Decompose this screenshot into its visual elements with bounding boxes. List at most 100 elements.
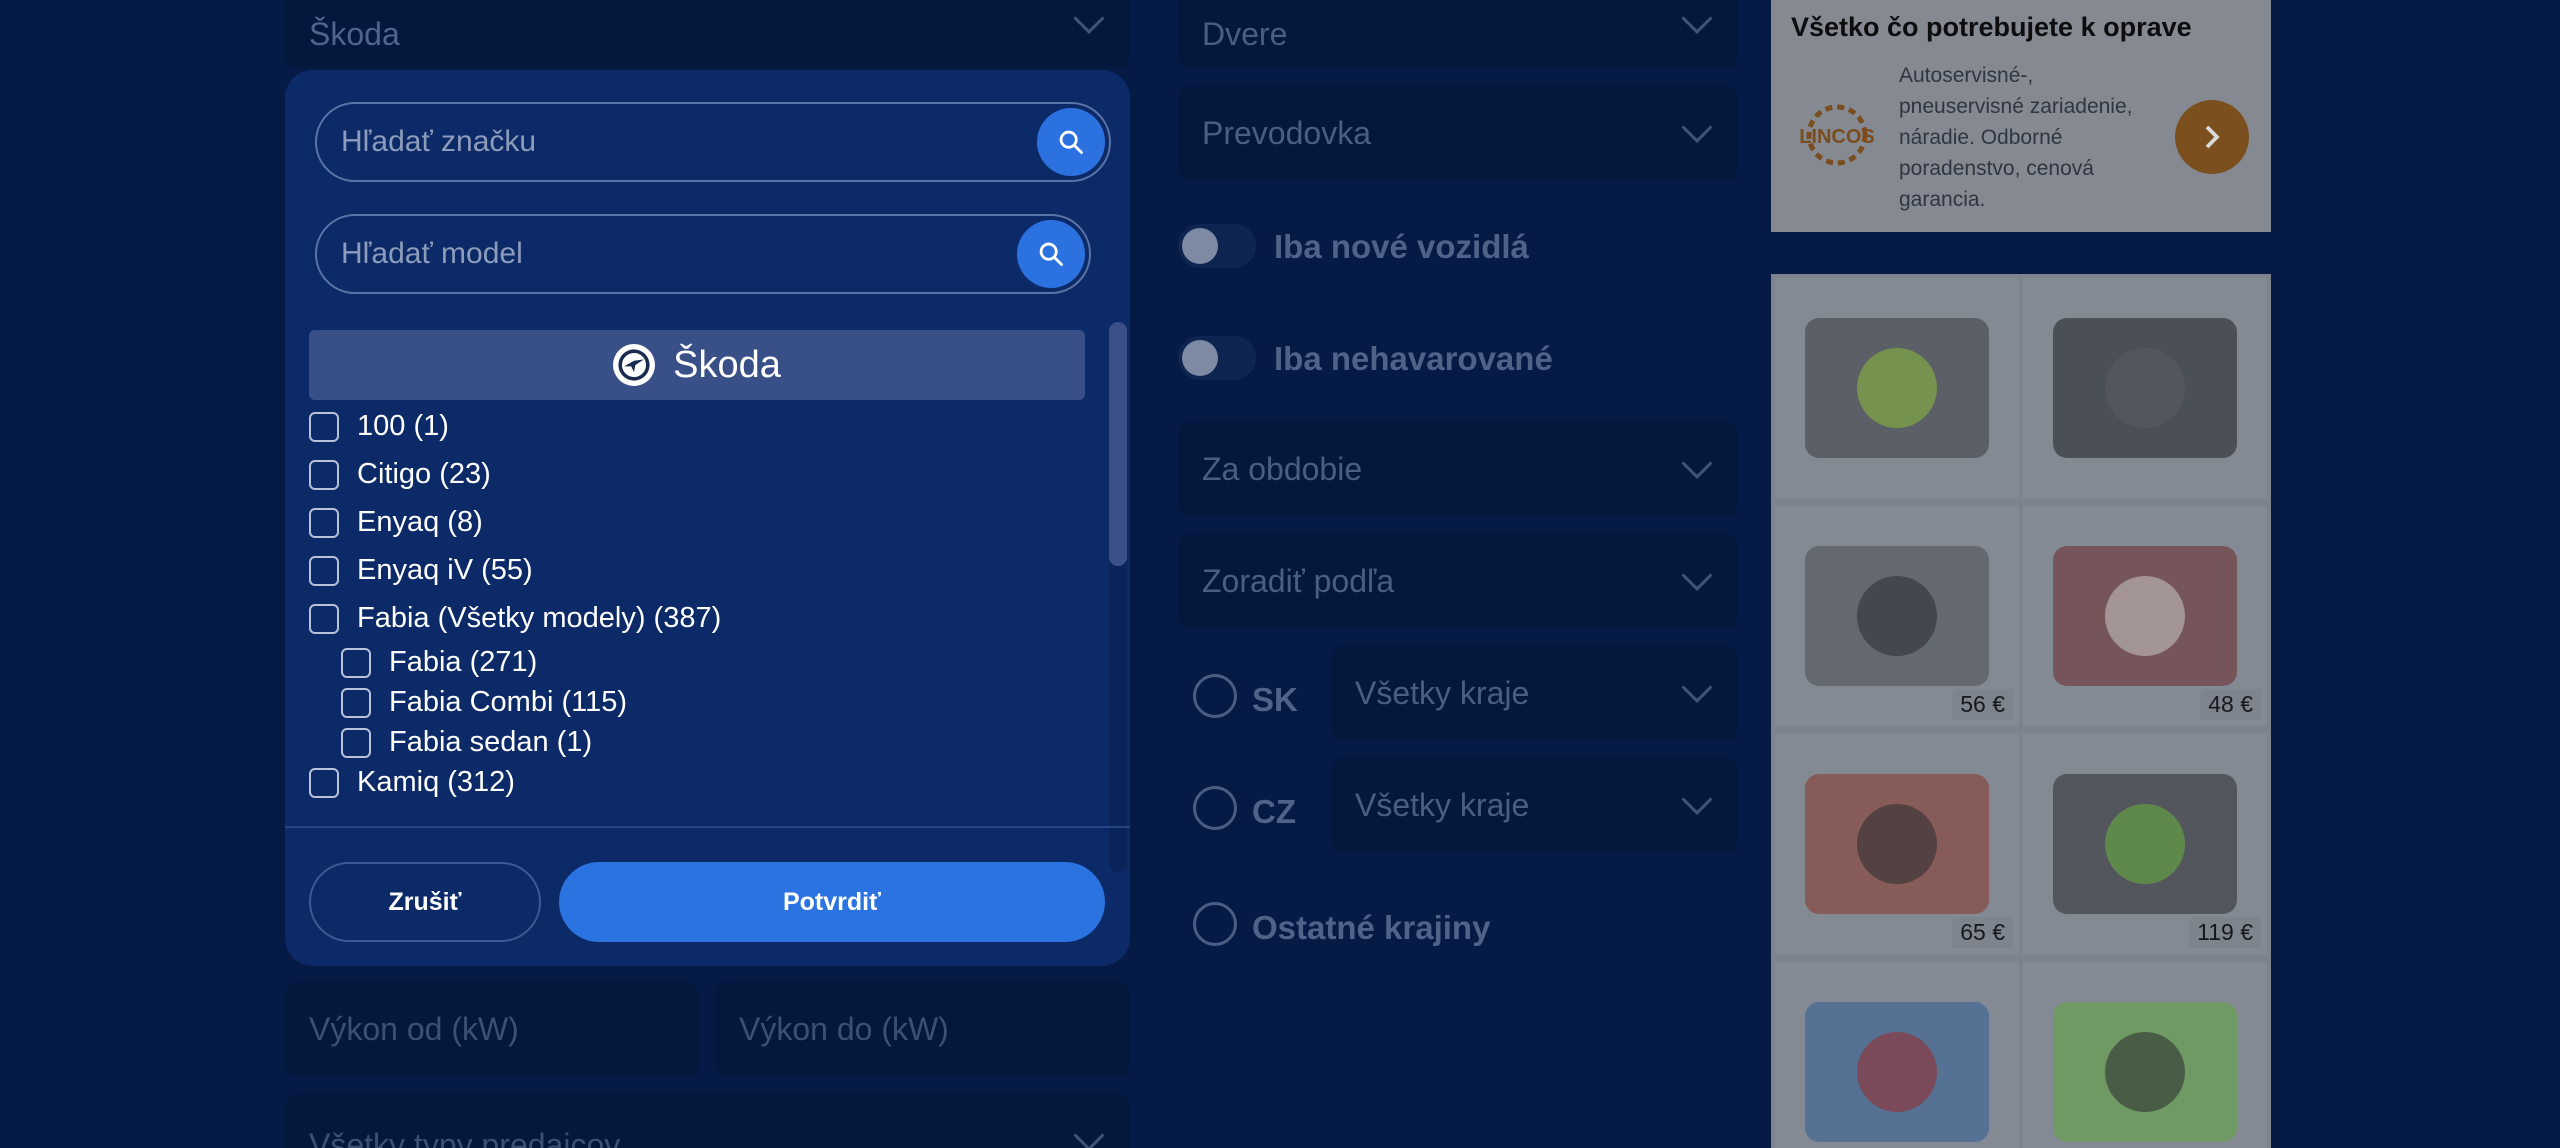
product-ad-tile[interactable] (1775, 962, 2019, 1148)
search-icon (1039, 242, 1063, 266)
product-ad-tile[interactable] (2023, 278, 2267, 498)
seller-type-select[interactable]: Všetky typy predajcov (285, 1094, 1130, 1148)
region-cz-radio[interactable] (1193, 786, 1237, 830)
region-sk-select[interactable]: Všetky kraje (1331, 646, 1738, 740)
model-list-item[interactable]: Fabia (271) (341, 646, 537, 679)
model-label: Fabia Combi (115) (389, 686, 628, 718)
model-label: Kamiq (312) (357, 766, 515, 798)
power-to-placeholder: Výkon do (kW) (739, 1010, 949, 1047)
selected-brand-name: Škoda (673, 343, 781, 386)
period-select[interactable]: Za obdobie (1178, 422, 1738, 516)
modal-footer-divider (285, 826, 1130, 828)
chevron-down-icon (1681, 671, 1713, 704)
region-cz-select-value: Všetky kraje (1355, 786, 1530, 823)
model-checkbox[interactable] (309, 507, 339, 538)
undamaged-label: Iba nehavarované (1274, 340, 1553, 377)
product-ad-tile[interactable]: 48 € (2023, 506, 2267, 726)
model-list-item[interactable]: Fabia sedan (1) (341, 726, 592, 759)
lincos-ad[interactable]: Všetko čo potrebujete k oprave LINCOS Au… (1771, 0, 2271, 232)
model-search-input[interactable]: Hľadať model (315, 214, 1091, 294)
doors-select-value: Dvere (1202, 15, 1288, 52)
brand-search-placeholder: Hľadať značku (341, 125, 537, 158)
brand-select[interactable]: Škoda (285, 0, 1130, 68)
chevron-down-icon (1681, 2, 1713, 35)
model-list-item[interactable]: Enyaq iV (55) (309, 554, 533, 587)
chevron-down-icon (1681, 447, 1713, 480)
selected-brand-header[interactable]: Škoda (309, 330, 1085, 400)
sort-select-value: Zoradiť podľa (1202, 562, 1395, 599)
ad-title: Všetko čo potrebujete k oprave (1791, 12, 2192, 42)
chevron-right-icon (2205, 125, 2220, 149)
power-to-input[interactable]: Výkon do (kW) (715, 982, 1130, 1076)
brand-search-button[interactable] (1037, 108, 1105, 176)
region-cz-select[interactable]: Všetky kraje (1331, 758, 1738, 852)
new-vehicles-label: Iba nové vozidlá (1274, 228, 1529, 265)
doors-select[interactable]: Dvere (1178, 0, 1738, 68)
cancel-button[interactable]: Zrušiť (309, 862, 541, 942)
model-list-item[interactable]: Fabia (Všetky modely) (387) (309, 602, 721, 635)
toggle-knob (1182, 340, 1218, 376)
lincos-logo: LINCOS (1789, 100, 1885, 170)
model-checkbox[interactable] (309, 603, 339, 634)
model-checkbox[interactable] (341, 727, 371, 758)
toggle-knob (1182, 228, 1218, 264)
ad-text: Autoservisné-, pneuservisné zariadenie, … (1899, 64, 2133, 211)
model-list-item[interactable]: 100 (1) (309, 410, 449, 443)
chevron-down-icon (1681, 559, 1713, 592)
transmission-select-value: Prevodovka (1202, 114, 1371, 151)
model-list-item[interactable]: Fabia Combi (115) (341, 686, 627, 719)
model-label: Enyaq (8) (357, 506, 483, 538)
product-price: 48 € (2200, 689, 2261, 720)
model-label: Citigo (23) (357, 458, 491, 490)
chevron-down-icon (1073, 2, 1105, 35)
model-list-item[interactable]: Citigo (23) (309, 458, 491, 491)
brand-search-input[interactable]: Hľadať značku (315, 102, 1111, 182)
skoda-logo-icon (613, 344, 656, 386)
new-vehicles-toggle[interactable] (1178, 224, 1256, 268)
chevron-down-icon (1681, 783, 1713, 816)
undamaged-toggle[interactable] (1178, 336, 1256, 380)
model-label: 100 (1) (357, 410, 449, 442)
model-list: 100 (1) Citigo (23) Enyaq (8) Enyaq iV (55)… (309, 410, 1099, 872)
product-price: 65 € (1952, 917, 2013, 948)
other-countries-label: Ostatné krajiny (1252, 909, 1491, 946)
product-ad-tile[interactable]: 119 € (2023, 734, 2267, 954)
region-sk-label: SK (1252, 681, 1298, 718)
gear-icon: LINCOS (1799, 104, 1875, 166)
region-sk-radio[interactable] (1193, 674, 1237, 718)
product-ad-tile[interactable] (2023, 962, 2267, 1148)
other-countries-radio[interactable] (1193, 902, 1237, 946)
product-price: 119 € (2189, 917, 2261, 948)
model-label: Fabia (Všetky modely) (387) (357, 602, 722, 634)
model-list-scrollbar[interactable] (1109, 322, 1127, 872)
model-checkbox[interactable] (309, 767, 339, 798)
product-ad-tile[interactable] (1775, 278, 2019, 498)
ad-arrow-button[interactable] (2175, 100, 2249, 174)
confirm-button[interactable]: Potvrdiť (559, 862, 1105, 942)
model-checkbox[interactable] (341, 647, 371, 678)
power-from-input[interactable]: Výkon od (kW) (285, 982, 699, 1076)
model-checkbox[interactable] (309, 411, 339, 442)
model-label: Enyaq iV (55) (357, 554, 533, 586)
product-ad-tile[interactable]: 65 € (1775, 734, 2019, 954)
product-ad-tile[interactable]: 56 € (1775, 506, 2019, 726)
sort-select[interactable]: Zoradiť podľa (1178, 534, 1738, 628)
model-list-item[interactable]: Enyaq (8) (309, 506, 483, 539)
power-from-placeholder: Výkon od (kW) (309, 1010, 519, 1047)
period-select-value: Za obdobie (1202, 450, 1363, 487)
transmission-select[interactable]: Prevodovka (1178, 86, 1738, 180)
model-label: Fabia (271) (389, 646, 538, 678)
scrollbar-thumb[interactable] (1109, 322, 1127, 566)
region-sk-select-value: Všetky kraje (1355, 674, 1530, 711)
model-search-placeholder: Hľadať model (341, 237, 523, 270)
chevron-down-icon (1073, 1119, 1105, 1148)
model-checkbox[interactable] (341, 687, 371, 718)
model-checkbox[interactable] (309, 459, 339, 490)
product-price: 56 € (1952, 689, 2013, 720)
model-checkbox[interactable] (309, 555, 339, 586)
model-search-button[interactable] (1017, 220, 1085, 288)
chevron-down-icon (1681, 111, 1713, 144)
model-list-item[interactable]: Kamiq (312) (309, 766, 515, 799)
product-image (2053, 1002, 2237, 1142)
region-cz-label: CZ (1252, 793, 1296, 830)
